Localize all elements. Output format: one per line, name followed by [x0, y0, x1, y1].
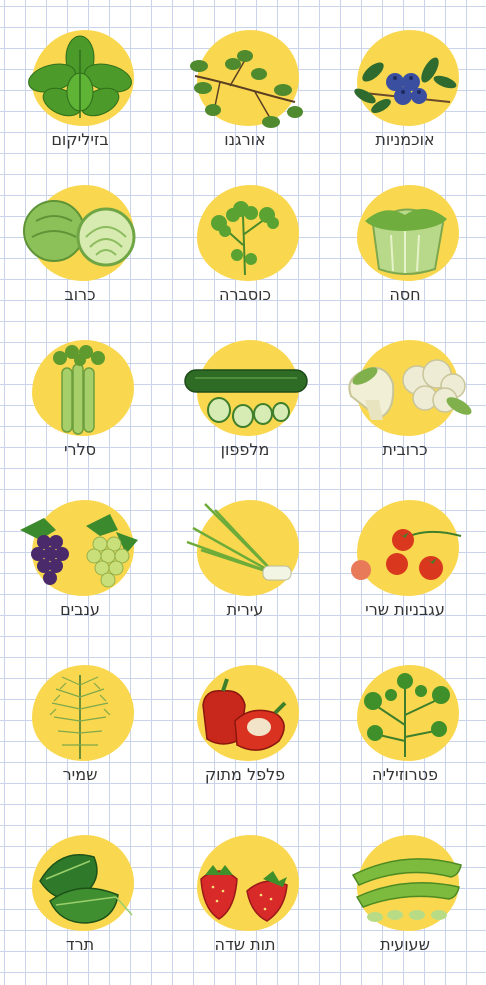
spinach-icon [39, 853, 133, 924]
cauliflower-icon [348, 359, 472, 420]
card-basil: בזיליקום [10, 30, 150, 180]
cucumber-icon [184, 369, 308, 428]
card-strawberries: תות שדה [175, 835, 315, 985]
item-label: חסה [389, 285, 421, 304]
card-spinach: תרד [10, 835, 150, 985]
card-cherry-tomatoes: עגבניות שרי [335, 500, 475, 650]
item-label: עגבניות שרי [365, 600, 445, 619]
blueberries-icon [354, 57, 457, 113]
item-label: כוסברה [219, 285, 271, 304]
card-cauliflower: כרובית [335, 340, 475, 490]
card-cucumber: מלפפון [175, 340, 315, 490]
item-label: תרד [65, 935, 95, 954]
item-label: סלרי [63, 440, 97, 459]
item-label: אורגנו [224, 130, 266, 149]
item-label: עירית [226, 600, 264, 619]
green-beans-icon [351, 858, 462, 922]
grapes-icon [20, 514, 138, 588]
item-label: פטרוזיליה [372, 765, 438, 784]
item-label: בזיליקום [51, 130, 109, 149]
item-label: כרוב [64, 285, 96, 304]
card-lettuce: חסה [335, 185, 475, 335]
card-coriander: כוסברה [175, 185, 315, 335]
cabbage-icon [23, 200, 136, 267]
item-label: כרובית [382, 440, 428, 459]
card-sweet-pepper: פלפל מתוק [175, 665, 315, 815]
celery-icon [53, 345, 105, 435]
cherry-tomatoes-icon [351, 529, 462, 580]
card-oregano: אורגנו [175, 30, 315, 180]
item-label: ענבים [60, 600, 100, 619]
sweet-pepper-icon [202, 678, 287, 751]
card-blueberries: אוכמניות [335, 30, 475, 180]
item-label: פלפל מתוק [204, 765, 286, 784]
item-label: תות שדה [214, 935, 276, 954]
card-chives: עירית [175, 500, 315, 650]
item-label: שמיר [62, 765, 98, 784]
item-label: אוכמניות [375, 130, 435, 149]
basil-icon [28, 35, 132, 118]
chives-icon [186, 503, 292, 581]
parsley-icon [364, 673, 450, 757]
card-dill: שמיר [10, 665, 150, 815]
coriander-icon [211, 201, 279, 276]
item-label: שעועית [380, 935, 430, 954]
card-cabbage: כרוב [10, 185, 150, 335]
item-label: מלפפון [220, 440, 270, 459]
produce-grid: אוכמניות אורגנו בזיליקום חסה כוסברה כרוב… [0, 0, 486, 959]
strawberries-icon [200, 865, 288, 922]
oregano-icon [190, 50, 303, 128]
dill-icon [49, 675, 111, 759]
card-celery: סלרי [10, 340, 150, 490]
card-parsley: פטרוזיליה [335, 665, 475, 815]
card-grapes: ענבים [10, 500, 150, 650]
card-green-beans: שעועית [335, 835, 475, 985]
lettuce-icon [365, 208, 447, 275]
